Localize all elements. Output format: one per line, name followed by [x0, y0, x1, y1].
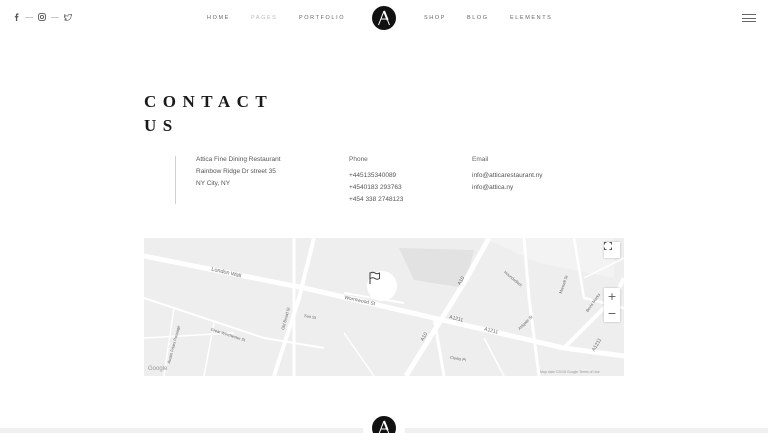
site-logo[interactable]	[372, 6, 396, 30]
map-fullscreen-button[interactable]	[604, 242, 620, 258]
site-header: HOME PAGES PORTFOLIO SHOP BLOG ELEMENTS	[0, 0, 768, 38]
nav-home[interactable]: HOME	[207, 15, 230, 21]
map-zoom-controls: + −	[604, 288, 620, 322]
phone-block: Phone +445135340089 +4540183 293763 +454…	[349, 154, 403, 206]
map-attribution: Map data ©2018 Google Terms of Use	[540, 370, 600, 374]
map-zoom-in-button[interactable]: +	[604, 288, 620, 305]
phone-number[interactable]: +4540183 293763	[349, 182, 403, 194]
social-divider	[51, 16, 59, 18]
flag-icon	[369, 271, 380, 284]
address-line: NY City, NY	[196, 180, 231, 187]
fullscreen-icon	[604, 242, 612, 250]
twitter-icon[interactable]	[64, 13, 72, 21]
page-title-line-1: CONTACT	[144, 92, 274, 111]
email-label: Email	[472, 156, 489, 163]
nav-elements[interactable]: ELEMENTS	[510, 15, 552, 21]
email-address[interactable]: info@atticarestaurant.ny	[472, 170, 543, 182]
instagram-icon[interactable]	[38, 13, 46, 21]
footer-logo[interactable]	[372, 416, 396, 433]
phone-label: Phone	[349, 156, 368, 163]
nav-blog[interactable]: BLOG	[467, 15, 489, 21]
logo-a-icon	[378, 420, 390, 433]
facebook-icon[interactable]	[12, 13, 20, 21]
social-divider	[25, 16, 33, 18]
nav-shop[interactable]: SHOP	[424, 15, 446, 21]
phone-number[interactable]: +445135340089	[349, 170, 403, 182]
address-line: Rainbow Ridge Dr street 35	[196, 168, 276, 175]
google-logo: Google	[148, 366, 168, 372]
email-address[interactable]: info@attica.ny	[472, 182, 543, 194]
page-title-line-2: US	[144, 116, 179, 135]
map-roads	[144, 238, 624, 376]
page-title: CONTACT US	[144, 90, 273, 138]
email-block: Email info@atticarestaurant.ny info@atti…	[472, 154, 543, 194]
location-map[interactable]: London Wall Wormwood St A10 A10 A1211 A1…	[144, 238, 624, 376]
menu-hamburger-icon[interactable]	[742, 14, 756, 22]
phone-number[interactable]: +454 338 2748123	[349, 194, 403, 206]
map-marker[interactable]	[367, 271, 397, 301]
address-divider	[175, 156, 176, 204]
map-zoom-out-button[interactable]: −	[604, 305, 620, 322]
address-block: Attica Fine Dining Restaurant Rainbow Ri…	[196, 154, 281, 190]
nav-portfolio[interactable]: PORTFOLIO	[299, 15, 345, 21]
logo-a-icon	[378, 10, 390, 26]
nav-pages[interactable]: PAGES	[251, 15, 278, 21]
social-links	[12, 13, 72, 21]
address-line: Attica Fine Dining Restaurant	[196, 156, 281, 163]
